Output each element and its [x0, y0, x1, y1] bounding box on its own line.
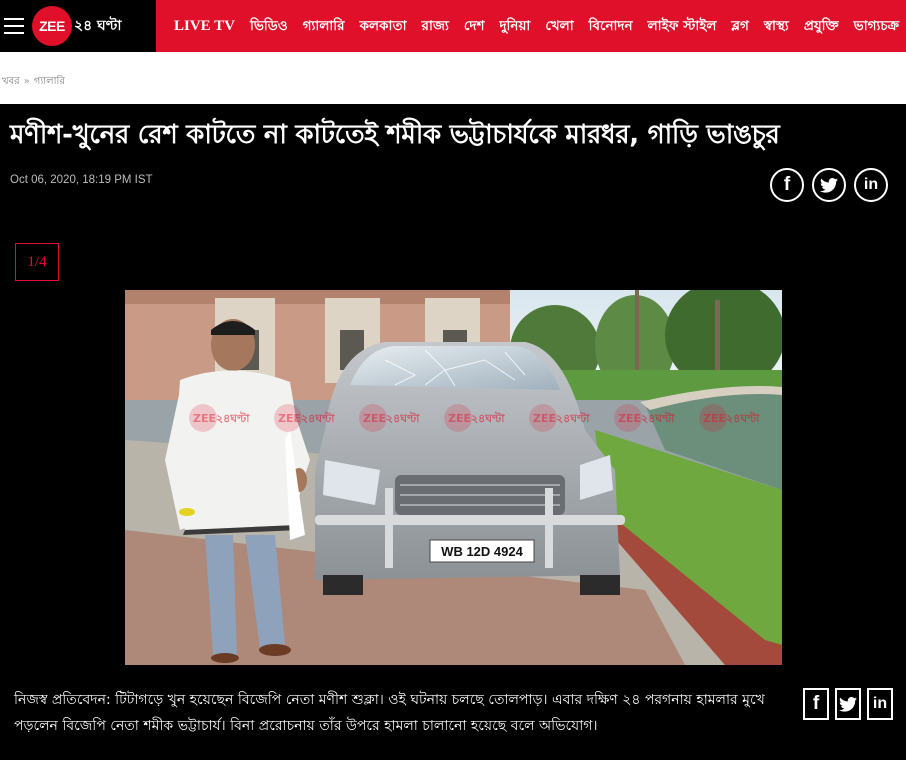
twitter-share-button-bottom[interactable] — [835, 688, 861, 720]
logo-circle: ZEE — [32, 6, 72, 46]
share-buttons-bottom: f in — [803, 688, 893, 720]
facebook-icon: f — [783, 174, 791, 195]
share-buttons-top: f in — [770, 168, 888, 202]
facebook-share-button[interactable]: f — [770, 168, 804, 202]
nav-state[interactable]: রাজ্য — [422, 15, 449, 38]
breadcrumb: খবর» গ্যালারি — [2, 74, 65, 91]
watermark-5: ZEE২৪ঘণ্টা — [533, 410, 590, 425]
gallery-counter: 1/4 — [15, 243, 59, 281]
nav-health[interactable]: স্বাস্থ্য — [764, 15, 789, 38]
nav-world[interactable]: দুনিয়া — [499, 15, 530, 38]
nav-live-tv[interactable]: LIVE TV — [174, 18, 235, 35]
nav-technology[interactable]: প্রযুক্তি — [804, 15, 839, 38]
watermark-7: ZEE২৪ঘণ্টা — [703, 410, 760, 425]
article-headline: মণীশ-খুনের রেশ কাটতে না কাটতেই শমীক ভট্ট… — [10, 120, 780, 150]
nav-entertainment[interactable]: বিনোদন — [589, 15, 633, 38]
nav-country[interactable]: দেশ — [464, 15, 485, 38]
linkedin-share-button-bottom[interactable]: in — [867, 688, 893, 720]
linkedin-icon: in — [863, 176, 879, 193]
facebook-share-button-bottom[interactable]: f — [803, 688, 829, 720]
breadcrumb-home[interactable]: খবর — [2, 76, 20, 87]
gallery-photo[interactable]: WB 12D 4924 ZEE২৪ঘণ্টা ZEE২৪ঘণ্টা ZEE২৪ঘ… — [125, 290, 782, 665]
nav-gallery[interactable]: গ্যালারি — [303, 15, 345, 38]
photo-illustration: WB 12D 4924 ZEE২৪ঘণ্টা ZEE২৪ঘণ্টা ZEE২৪ঘ… — [125, 290, 782, 665]
site-header: ZEE ২৪ ঘণ্টা LIVE TV ভিডিও গ্যালারি কলকা… — [0, 0, 906, 52]
header-brand-area: ZEE ২৪ ঘণ্টা — [0, 0, 156, 52]
nav-horoscope[interactable]: ভাগ্যচক্র — [854, 15, 899, 38]
watermark-4: ZEE২৪ঘণ্টা — [448, 410, 505, 425]
facebook-icon: f — [812, 693, 820, 714]
twitter-share-button[interactable] — [812, 168, 846, 202]
linkedin-share-button[interactable]: in — [854, 168, 888, 202]
nav-lifestyle[interactable]: লাইফ স্টাইল — [648, 15, 717, 38]
twitter-icon — [839, 696, 857, 712]
nav-video[interactable]: ভিডিও — [250, 15, 288, 38]
twitter-icon — [820, 177, 838, 193]
linkedin-icon: in — [872, 695, 888, 712]
watermark-2: ZEE২৪ঘণ্টা — [278, 410, 335, 425]
photo-caption: নিজস্ব প্রতিবেদন: টিটাগড়ে খুন হয়েছেন ব… — [14, 692, 765, 734]
watermark-1: ZEE২৪ঘণ্টা — [193, 410, 250, 425]
nav-blog[interactable]: ব্লগ — [731, 15, 748, 38]
watermark-3: ZEE২৪ঘণ্টা — [363, 410, 420, 425]
article-date: Oct 06, 2020, 18:19 PM IST — [10, 174, 153, 186]
article-container: মণীশ-খুনের রেশ কাটতে না কাটতেই শমীক ভট্ট… — [0, 104, 906, 760]
number-plate-text: WB 12D 4924 — [441, 544, 523, 559]
watermark-6: ZEE২৪ঘণ্টা — [618, 410, 675, 425]
hamburger-menu-icon[interactable] — [4, 18, 24, 34]
breadcrumb-gallery[interactable]: গ্যালারি — [34, 76, 65, 87]
breadcrumb-separator: » — [23, 76, 30, 87]
nav-kolkata[interactable]: কলকাতা — [360, 15, 407, 38]
logo-tail: ২৪ ঘণ্টা — [74, 18, 122, 34]
main-nav: LIVE TV ভিডিও গ্যালারি কলকাতা রাজ্য দেশ … — [156, 0, 906, 52]
site-logo[interactable]: ZEE ২৪ ঘণ্টা — [32, 6, 121, 46]
nav-sports[interactable]: খেলা — [545, 15, 573, 38]
